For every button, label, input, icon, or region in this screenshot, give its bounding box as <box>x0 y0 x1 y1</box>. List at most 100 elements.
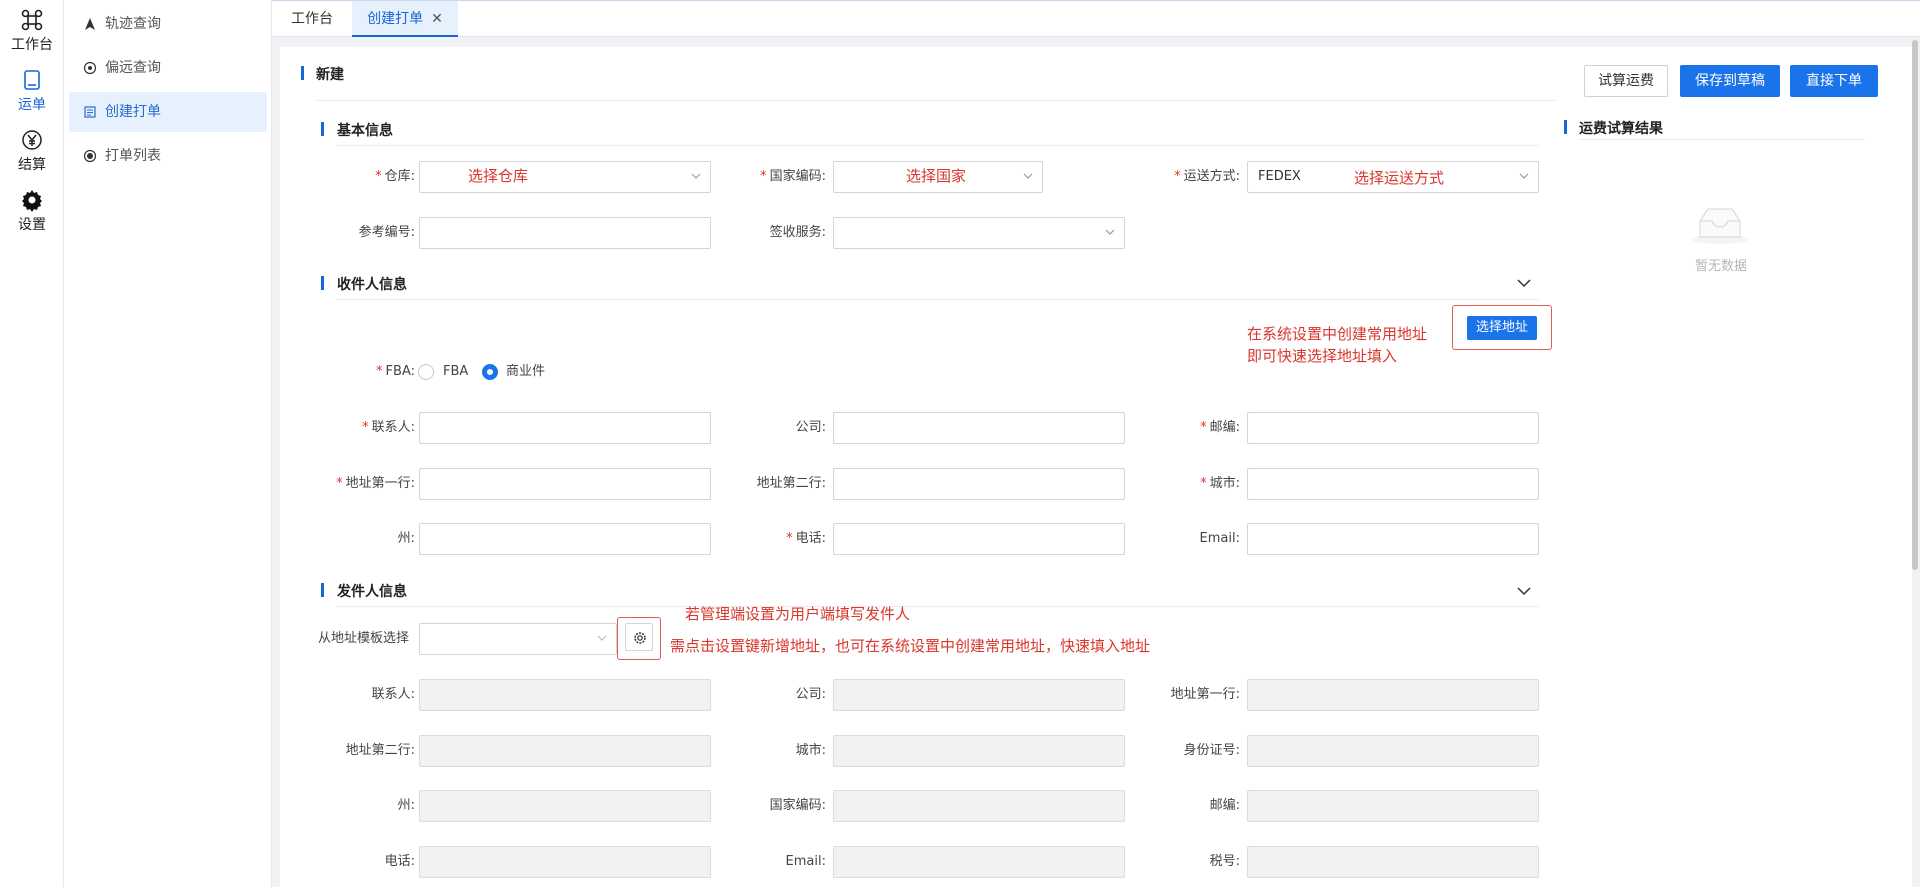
sender-address2-input[interactable] <box>419 735 711 767</box>
country-annotation: 选择国家 <box>906 167 967 185</box>
rail-item-label: 工作台 <box>11 37 53 53</box>
sender-country-input[interactable] <box>833 790 1125 822</box>
page-scrollbar[interactable] <box>1912 40 1918 570</box>
divider <box>316 100 1556 101</box>
sub-item-label: 轨迹查询 <box>105 16 161 32</box>
tab-label: 工作台 <box>291 11 333 27</box>
sub-item-track[interactable]: 轨迹查询 <box>69 4 267 44</box>
sender-phone-input[interactable] <box>419 846 711 878</box>
tab-label: 创建打单 <box>367 11 424 27</box>
collapse-chevron-icon[interactable] <box>1517 278 1531 288</box>
recipient-city-input[interactable] <box>1247 468 1539 500</box>
recipient-address2-input[interactable] <box>833 468 1125 500</box>
divider <box>337 606 1539 607</box>
chevron-down-icon <box>1105 229 1115 235</box>
close-icon[interactable]: ✕ <box>431 11 443 27</box>
chevron-down-icon <box>1023 173 1033 179</box>
divider <box>1579 139 1865 140</box>
sender-phone-label: 电话: <box>384 854 415 869</box>
sender-email-input[interactable] <box>833 846 1125 878</box>
gear-icon <box>634 632 646 644</box>
rail-item-workbench[interactable]: 工作台 <box>0 8 64 54</box>
email-label: Email: <box>1199 531 1240 546</box>
commercial-radio-label: 商业件 <box>506 364 546 379</box>
rail-item-waybill[interactable]: 运单 <box>0 68 64 114</box>
company-label: 公司: <box>795 420 826 435</box>
warehouse-annotation: 选择仓库 <box>468 167 529 185</box>
section-marker <box>1564 120 1567 134</box>
sub-item-create-order[interactable]: 创建打单 <box>69 92 267 132</box>
section-marker <box>321 583 324 597</box>
recipient-info-title: 收件人信息 <box>337 277 407 293</box>
tab-workbench[interactable]: 工作台 <box>280 1 344 37</box>
rail-item-settings[interactable]: 设置 <box>0 188 64 234</box>
sub-item-label: 偏远查询 <box>105 60 161 76</box>
recipient-phone-input[interactable] <box>833 523 1125 555</box>
sub-item-order-list[interactable]: 打单列表 <box>69 136 267 176</box>
sender-info-title: 发件人信息 <box>337 584 407 600</box>
recipient-address1-input[interactable] <box>419 468 711 500</box>
recipient-contact-input[interactable] <box>419 412 711 444</box>
submit-order-button[interactable]: 直接下单 <box>1790 65 1878 97</box>
sender-id-input[interactable] <box>1247 735 1539 767</box>
navigation-arrow-icon <box>85 18 95 30</box>
reference-input[interactable] <box>419 217 711 249</box>
basic-info-title: 基本信息 <box>337 123 393 139</box>
sub-item-label: 创建打单 <box>105 104 161 120</box>
address1-label: * 地址第一行: <box>336 476 415 491</box>
phone-label: * 电话: <box>786 531 826 546</box>
fba-radio[interactable] <box>418 364 434 380</box>
recipient-company-input[interactable] <box>833 412 1125 444</box>
chevron-down-icon <box>597 635 607 641</box>
sender-postcode-input[interactable] <box>1247 790 1539 822</box>
icon-rail: 工作台 运单 结算 设置 <box>0 0 64 887</box>
postcode-label: * 邮编: <box>1200 420 1240 435</box>
page-title: 新建 <box>316 67 344 83</box>
section-marker <box>321 276 324 290</box>
shipping-annotation: 选择运送方式 <box>1354 169 1445 187</box>
chevron-down-icon <box>691 173 701 179</box>
sender-state-input[interactable] <box>419 790 711 822</box>
warehouse-label: * 仓库: <box>375 169 415 184</box>
sub-item-remote[interactable]: 偏远查询 <box>69 48 267 88</box>
sender-tax-label: 税号: <box>1209 854 1240 869</box>
fba-label: * FBA: <box>376 364 415 379</box>
sender-address2-label: 地址第二行: <box>345 743 415 758</box>
sender-id-label: 身份证号: <box>1183 743 1240 758</box>
collapse-chevron-icon[interactable] <box>1517 586 1531 596</box>
divider <box>337 145 1539 146</box>
sign-service-label: 签收服务: <box>769 225 826 240</box>
sender-country-label: 国家编码: <box>769 798 826 813</box>
sender-company-input[interactable] <box>833 679 1125 711</box>
address-settings-button[interactable] <box>625 623 653 651</box>
sender-tax-input[interactable] <box>1247 846 1539 878</box>
address-template-select[interactable] <box>419 623 617 655</box>
recipient-postcode-input[interactable] <box>1247 412 1539 444</box>
tablet-icon <box>24 70 40 90</box>
fba-radio-label: FBA <box>443 364 469 379</box>
sender-city-label: 城市: <box>795 743 826 758</box>
sender-contact-input[interactable] <box>419 679 711 711</box>
sender-city-input[interactable] <box>833 735 1125 767</box>
tab-create-order[interactable]: 创建打单 ✕ <box>352 1 458 37</box>
empty-inbox-icon <box>1692 208 1748 244</box>
save-draft-button[interactable]: 保存到草稿 <box>1680 65 1780 97</box>
gear-icon <box>22 190 42 212</box>
commercial-radio[interactable] <box>482 364 498 380</box>
sender-annotation-line2: 需点击设置键新增地址，也可在系统设置中创建常用地址，快速填入地址 <box>670 637 1151 655</box>
sign-service-select[interactable] <box>833 217 1125 249</box>
warehouse-select[interactable] <box>419 161 711 193</box>
sender-contact-label: 联系人: <box>371 687 415 702</box>
sender-postcode-label: 邮编: <box>1209 798 1240 813</box>
sender-address1-input[interactable] <box>1247 679 1539 711</box>
recipient-state-input[interactable] <box>419 523 711 555</box>
divider <box>337 299 1539 300</box>
sender-company-label: 公司: <box>795 687 826 702</box>
command-icon <box>21 9 43 31</box>
trial-fee-button[interactable]: 试算运费 <box>1584 65 1668 97</box>
choose-address-button[interactable]: 选择地址 <box>1467 316 1537 340</box>
shipping-method-label: * 运送方式: <box>1174 169 1240 184</box>
section-marker <box>301 66 304 80</box>
rail-item-settlement[interactable]: 结算 <box>0 128 64 174</box>
recipient-email-input[interactable] <box>1247 523 1539 555</box>
